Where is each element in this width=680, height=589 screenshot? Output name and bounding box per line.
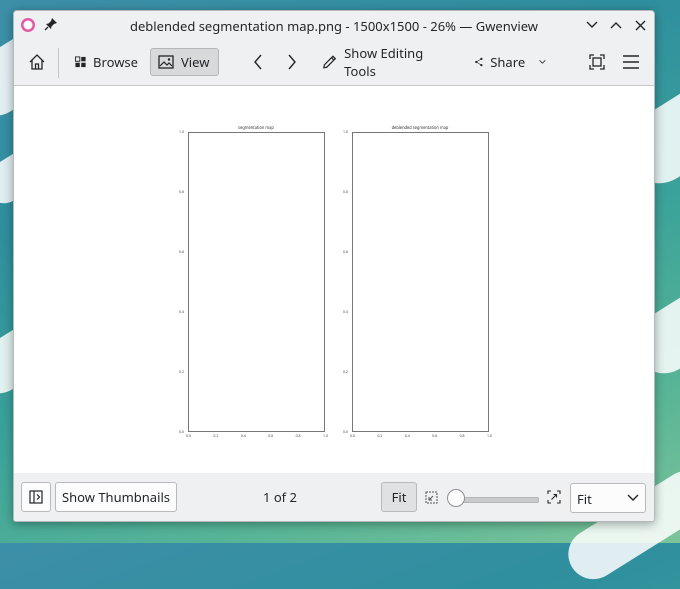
right-plot-x-tick: 0.2 — [377, 434, 383, 439]
right-plot-x-tick: 1.0 — [487, 434, 492, 439]
maximize-button[interactable] — [607, 16, 625, 34]
previous-button[interactable] — [246, 48, 270, 76]
minimize-button[interactable] — [583, 16, 601, 34]
zoom-combo-value: Fit — [577, 490, 592, 508]
page-counter: 1 of 2 — [263, 488, 297, 506]
right-plot-axes — [352, 132, 489, 432]
left-plot-x-tick: 0.2 — [213, 434, 219, 439]
image-icon — [158, 55, 174, 69]
show-editing-tools-button[interactable]: Show Editing Tools — [314, 44, 460, 80]
share-label: Share — [490, 53, 526, 71]
right-plot-y-tick: 0.0 — [343, 430, 348, 435]
view-button[interactable]: View — [150, 48, 219, 76]
next-button[interactable] — [280, 48, 304, 76]
zoom-combo[interactable]: Fit — [570, 483, 646, 513]
view-label: View — [181, 53, 210, 71]
gwenview-window: deblended segmentation map.png - 1500x15… — [13, 10, 655, 522]
browse-label: Browse — [93, 53, 138, 71]
window-title: deblended segmentation map.png - 1500x15… — [129, 17, 539, 35]
right-plot-x-tick: 0.0 — [350, 434, 355, 439]
chevron-up-icon — [610, 22, 622, 29]
fullscreen-icon — [589, 54, 605, 70]
toolbar-separator — [58, 48, 59, 78]
right-plot-y-tick: 0.4 — [343, 310, 348, 315]
right-plot-y-tick: 1.0 — [343, 130, 348, 135]
right-plot-y-tick: 0.6 — [343, 250, 348, 255]
left-plot-y-tick: 0.0 — [179, 430, 184, 435]
chevron-down-icon — [586, 21, 598, 28]
zoom-slider-track[interactable] — [455, 497, 539, 503]
right-plot-x-tick: 0.8 — [459, 434, 465, 439]
fullscreen-button[interactable] — [584, 48, 610, 76]
editing-label: Show Editing Tools — [344, 44, 424, 80]
left-plot-x-tick: 0.0 — [186, 434, 191, 439]
pencil-icon — [323, 55, 337, 69]
left-plot-x-tick: 1.0 — [323, 434, 328, 439]
right-plot-title: deblended segmentation map — [391, 126, 449, 131]
chevron-down-icon — [539, 60, 546, 64]
zoom-out-icon[interactable] — [425, 491, 438, 504]
zoom-slider-handle[interactable] — [447, 489, 465, 507]
left-plot-title: segmentation map — [238, 126, 274, 131]
hamburger-icon — [623, 55, 639, 69]
left-plot-x-tick: 0.6 — [268, 434, 274, 439]
left-plot-axes — [188, 132, 325, 432]
home-button[interactable] — [23, 48, 51, 76]
fit-button[interactable]: Fit — [381, 482, 417, 512]
share-button[interactable]: Share — [467, 48, 553, 76]
home-icon — [29, 54, 45, 70]
right-plot-x-tick: 0.4 — [404, 434, 410, 439]
left-plot-x-tick: 0.8 — [295, 434, 301, 439]
main-toolbar: Browse View Show Editing Tools Share — [14, 39, 654, 86]
image-view[interactable]: segmentation map 1.0 0.8 0.6 0.4 0.2 0.0 0.0 0… — [14, 86, 654, 473]
close-button[interactable] — [631, 16, 649, 34]
show-thumbnails-button[interactable]: Show Thumbnails — [55, 482, 177, 512]
sidebar-icon — [29, 490, 43, 504]
chevron-left-icon — [254, 54, 262, 70]
sidebar-toggle-button[interactable] — [21, 482, 51, 512]
share-icon — [475, 57, 483, 67]
left-plot-y-tick: 0.2 — [179, 370, 184, 375]
left-plot-y-tick: 1.0 — [179, 130, 184, 135]
chevron-down-icon — [627, 494, 639, 501]
grid-icon — [74, 56, 86, 68]
left-plot-x-tick: 0.4 — [240, 434, 246, 439]
right-plot-x-tick: 0.6 — [432, 434, 438, 439]
hamburger-menu-button[interactable] — [618, 48, 644, 76]
left-plot-y-tick: 0.8 — [179, 190, 184, 195]
right-plot-y-tick: 0.8 — [343, 190, 348, 195]
chevron-right-icon — [288, 54, 296, 70]
browse-button[interactable]: Browse — [67, 48, 145, 76]
title-bar[interactable]: deblended segmentation map.png - 1500x15… — [14, 11, 654, 39]
close-icon — [635, 20, 645, 30]
zoom-in-icon[interactable] — [547, 490, 561, 504]
bottom-status-bar: Show Thumbnails 1 of 2 Fit Fit — [14, 473, 654, 521]
right-plot-y-tick: 0.2 — [343, 370, 348, 375]
left-plot-y-tick: 0.6 — [179, 250, 184, 255]
left-plot-y-tick: 0.4 — [179, 310, 184, 315]
